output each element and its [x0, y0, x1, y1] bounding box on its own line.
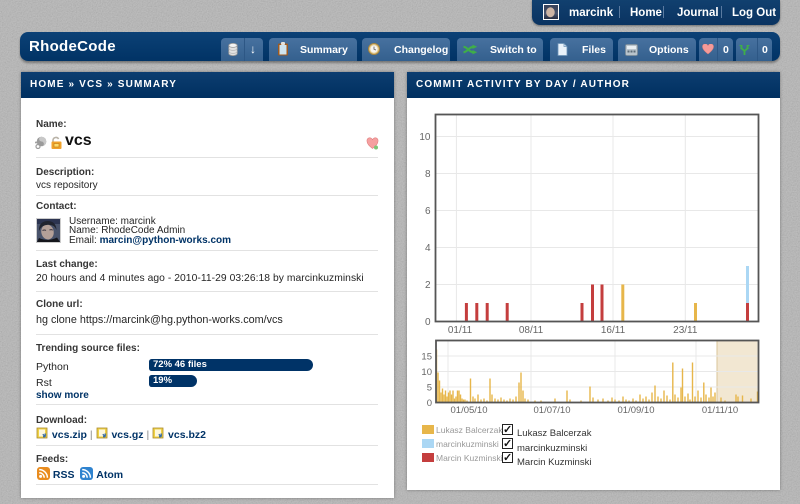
svg-text:15: 15 — [421, 352, 432, 363]
svg-text:0: 0 — [427, 398, 432, 409]
svg-text:01/09/10: 01/09/10 — [618, 405, 655, 416]
svg-text:2: 2 — [425, 280, 431, 291]
svg-text:10: 10 — [421, 367, 432, 378]
svg-text:01/05/10: 01/05/10 — [451, 405, 488, 416]
svg-text:10: 10 — [419, 132, 431, 143]
svg-text:01/07/10: 01/07/10 — [534, 405, 571, 416]
svg-text:4: 4 — [425, 243, 431, 254]
svg-text:6: 6 — [425, 206, 431, 217]
svg-text:8: 8 — [425, 169, 431, 180]
svg-text:5: 5 — [427, 383, 432, 394]
svg-text:01/11/10: 01/11/10 — [702, 405, 738, 416]
svg-text:0: 0 — [425, 317, 431, 328]
